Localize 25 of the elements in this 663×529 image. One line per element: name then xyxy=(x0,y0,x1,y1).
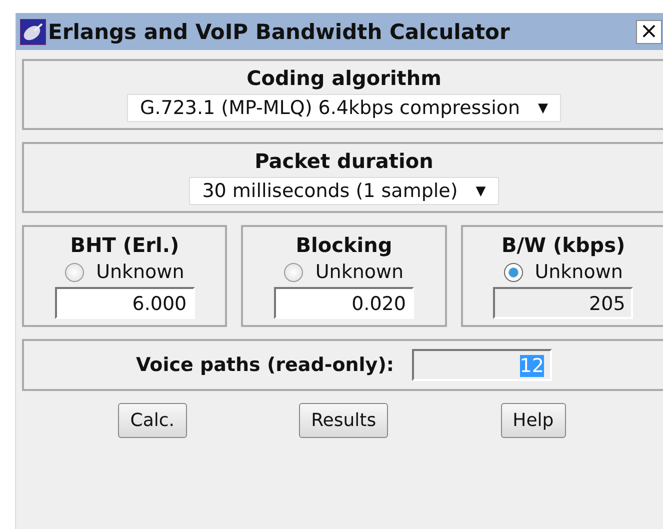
value-field[interactable]: 205 xyxy=(493,287,634,319)
close-button[interactable]: × xyxy=(636,20,662,44)
parameter-label: B/W (kbps) xyxy=(501,233,626,257)
action-button[interactable]: Results xyxy=(299,403,388,438)
radio-label[interactable]: Unknown xyxy=(96,261,184,283)
section-label: Coding algorithm xyxy=(246,66,442,90)
dropdown-arrow-icon: ▼ xyxy=(538,100,548,116)
radio-button[interactable] xyxy=(504,262,523,282)
section-label: Packet duration xyxy=(254,149,434,173)
radio-label[interactable]: Unknown xyxy=(534,261,623,283)
radio-button[interactable] xyxy=(65,262,84,282)
coding-dropdown[interactable]: G.723.1 (MP-MLQ) 6.4kbps compression ▼ xyxy=(126,94,562,122)
satellite-dish-icon xyxy=(20,18,46,44)
radio-button[interactable] xyxy=(284,262,304,282)
action-button[interactable]: Calc. xyxy=(118,403,186,438)
packet-dropdown[interactable]: 30 milliseconds (1 sample) ▼ xyxy=(189,177,499,205)
voice-paths-label: Voice paths (read-only): xyxy=(136,354,394,376)
value-field[interactable]: 6.000 xyxy=(54,287,195,319)
radio-label[interactable]: Unknown xyxy=(315,261,404,283)
parameter-label: BHT (Erl.) xyxy=(70,233,180,257)
window-title: Erlangs and VoIP Bandwidth Calculator xyxy=(48,20,511,44)
value-field[interactable]: 0.020 xyxy=(274,287,414,319)
action-button[interactable]: Help xyxy=(500,403,566,438)
dropdown-arrow-icon: ▼ xyxy=(476,184,486,198)
parameter-label: Blocking xyxy=(296,233,392,257)
